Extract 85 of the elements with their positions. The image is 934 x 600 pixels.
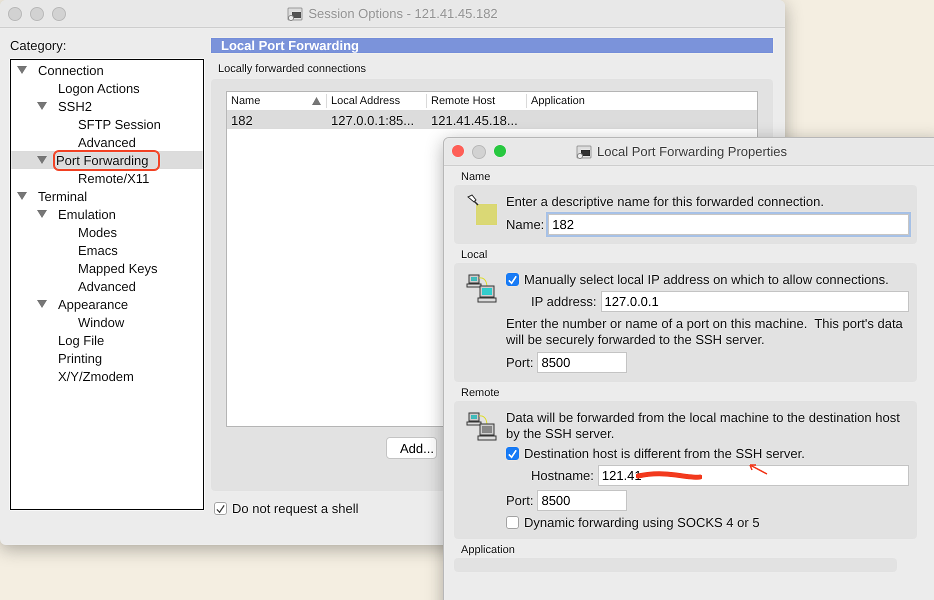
add-button[interactable]: Add... xyxy=(386,437,437,459)
tree-item-label: X/Y/Zmodem xyxy=(57,368,135,384)
window-title: Session Options - 121.41.45.182 xyxy=(308,6,498,21)
tree-row[interactable]: Mapped Keys xyxy=(11,259,203,277)
checkbox-label: Destination host is different from the SSH server. xyxy=(524,446,805,461)
tree-item-label: Logon Actions xyxy=(57,80,141,96)
tree-item-label: Port Forwarding xyxy=(55,152,158,168)
table-cell-text: 127.0.0.1:85... xyxy=(330,112,416,128)
tree-row[interactable]: Window xyxy=(11,313,203,331)
tree-item-label: SFTP Session xyxy=(77,116,162,132)
tree-item-label: Remote/X11 xyxy=(77,170,150,186)
ip-address-field[interactable]: 127.0.0.1 xyxy=(600,291,909,312)
tree-item-label: Emulation xyxy=(57,206,117,222)
port-field[interactable]: 8500 xyxy=(537,490,628,511)
column-header[interactable]: Name xyxy=(227,94,327,108)
expand-triangle-icon[interactable] xyxy=(37,102,47,110)
field-label: Port: xyxy=(506,355,534,370)
tree-item-label: Appearance xyxy=(57,296,130,312)
tree-row[interactable]: Port Forwarding xyxy=(11,151,203,169)
section-label: Remote xyxy=(460,386,501,401)
tree-row[interactable]: Advanced xyxy=(11,133,203,151)
tree-item-label: Modes xyxy=(77,224,118,240)
column-header[interactable]: Local Address xyxy=(327,94,427,108)
tree-row[interactable]: Terminal xyxy=(11,187,203,205)
tree-row[interactable]: SFTP Session xyxy=(11,115,203,133)
field-label: Hostname: xyxy=(531,468,594,483)
tree-row[interactable]: Appearance xyxy=(11,295,203,313)
tree-row[interactable]: SSH2 xyxy=(11,97,203,115)
tree-item-label: Advanced xyxy=(77,278,137,294)
tree-row[interactable]: Modes xyxy=(11,223,203,241)
tree-item-label: Terminal xyxy=(37,188,88,204)
expand-triangle-icon[interactable] xyxy=(37,300,47,308)
tree-item-label: Mapped Keys xyxy=(77,260,158,276)
tree-row[interactable]: Connection xyxy=(11,61,203,79)
pushpin-icon xyxy=(466,194,498,228)
checkbox[interactable] xyxy=(506,516,519,529)
table-cell-text: 121.41.45.18... xyxy=(430,112,519,128)
tree-item-label: Printing xyxy=(57,350,104,366)
instruction-text: Enter the number or name of a port on this machine. This port's data will be securely forwarded to the SSH server. xyxy=(506,316,904,348)
instruction-text: Enter a descriptive name for this forwarded connection. xyxy=(506,194,825,210)
table-cell-text: 182 xyxy=(230,112,254,128)
tree-row[interactable]: Advanced xyxy=(11,277,203,295)
column-header[interactable]: Remote Host xyxy=(427,94,527,108)
tree-item-label: Connection xyxy=(37,62,105,78)
table-row[interactable]: 182 127.0.0.1:85... 121.41.45.18... xyxy=(227,111,757,129)
section-label: Local xyxy=(460,248,488,263)
window-icon xyxy=(287,6,304,22)
tree-item-label: Advanced xyxy=(77,134,137,150)
tree-row[interactable]: Printing xyxy=(11,349,203,367)
checkbox-label: Dynamic forwarding using SOCKS 4 or 5 xyxy=(524,515,760,530)
category-label: Category: xyxy=(10,37,68,55)
window-icon xyxy=(576,144,592,160)
section-label: Application xyxy=(460,543,516,558)
section-label: Locally forwarded connections xyxy=(218,63,367,77)
column-header[interactable]: Application xyxy=(527,94,757,108)
tree-row[interactable]: Emulation xyxy=(11,205,203,223)
port-field[interactable]: 8500 xyxy=(537,352,628,373)
checkbox[interactable] xyxy=(214,502,227,515)
tree-item-label: Window xyxy=(77,314,126,330)
annotation-arrow xyxy=(748,463,768,475)
checkbox[interactable] xyxy=(506,273,519,286)
window-title: Local Port Forwarding Properties xyxy=(597,144,788,159)
tree-row[interactable]: X/Y/Zmodem xyxy=(11,367,203,385)
expand-triangle-icon[interactable] xyxy=(37,210,47,218)
tree-item-label: SSH2 xyxy=(57,98,93,114)
tree-row[interactable]: Logon Actions xyxy=(11,79,203,97)
field-label: Port: xyxy=(506,493,534,508)
tree-row[interactable]: Emacs xyxy=(11,241,203,259)
panel-title: Local Port Forwarding xyxy=(211,38,773,53)
checkbox[interactable] xyxy=(506,447,519,460)
close-button[interactable] xyxy=(452,144,464,156)
tree-item-label: Log File xyxy=(57,332,106,348)
instruction-text: Data will be forwarded from the local machine to the destination host by the SSH server. xyxy=(506,410,901,442)
checkbox-label: Manually select local IP address on which to allow connections. xyxy=(524,272,889,287)
field-label: Name: xyxy=(506,217,544,232)
checkbox-label: Do not request a shell xyxy=(232,501,358,516)
expand-triangle-icon[interactable] xyxy=(17,66,27,74)
tree-item-label: Emacs xyxy=(77,242,119,258)
name-field[interactable]: 182 xyxy=(548,214,909,235)
tree-row[interactable]: Log File xyxy=(11,331,203,349)
section-label: Name xyxy=(460,170,492,185)
tree-row[interactable]: Remote/X11 xyxy=(11,169,203,187)
expand-triangle-icon[interactable] xyxy=(37,156,47,164)
field-label: IP address: xyxy=(531,294,597,309)
expand-triangle-icon[interactable] xyxy=(17,192,27,200)
